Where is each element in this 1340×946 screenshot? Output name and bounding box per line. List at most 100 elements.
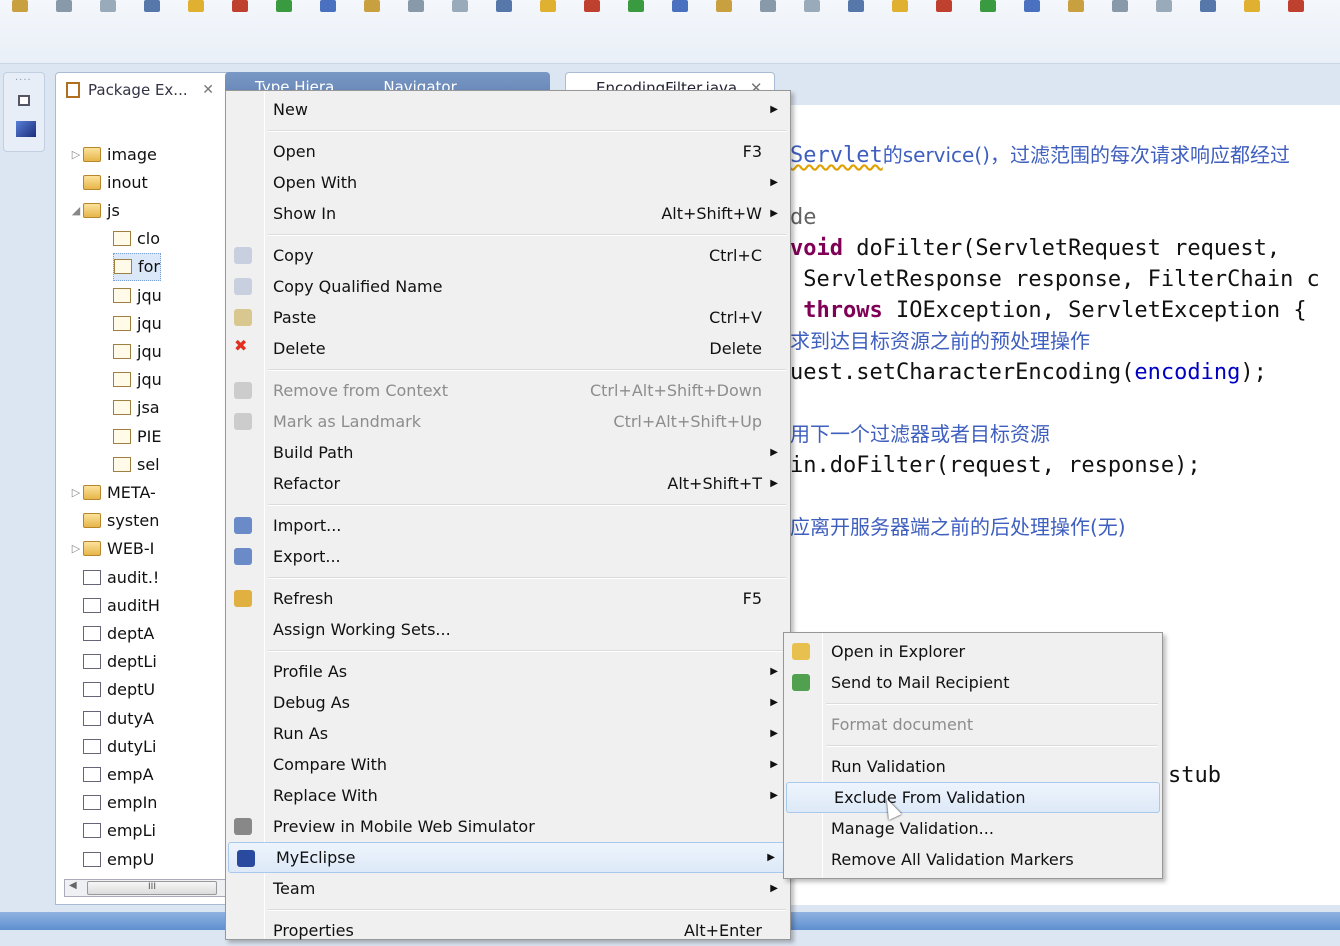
tree-item[interactable]: systen <box>69 507 159 535</box>
menu-item-team[interactable]: Team ▶ <box>226 873 790 904</box>
tree-item[interactable]: dutyLi <box>69 732 156 760</box>
toolbar-button-icon[interactable] <box>452 0 468 12</box>
tree-item[interactable]: audit.! <box>69 563 159 591</box>
tree-item[interactable]: jqu <box>113 337 162 365</box>
toolbar-button-icon[interactable] <box>1024 0 1040 12</box>
menu-item-open-in-explorer[interactable]: Open in Explorer <box>784 636 1162 667</box>
tree-item[interactable]: ◢ js <box>69 196 120 224</box>
menu-item-myeclipse[interactable]: MyEclipse ▶ <box>228 842 788 873</box>
menu-item-open-with[interactable]: Open With ▶ <box>226 167 790 198</box>
toolbar-button-icon[interactable] <box>100 0 116 12</box>
toolbar-button-icon[interactable] <box>892 0 908 12</box>
toolbar-button-icon[interactable] <box>1244 0 1260 12</box>
horizontal-scrollbar[interactable]: ◀ III <box>64 879 228 897</box>
tree-item[interactable]: empU <box>69 845 154 873</box>
tab-package-explorer[interactable]: Package Ex... ✕ <box>56 73 226 106</box>
tree-item[interactable]: deptLi <box>69 648 157 676</box>
tree-item[interactable]: empLi <box>69 817 156 845</box>
toolbar-button-icon[interactable] <box>672 0 688 12</box>
toolbar-button-icon[interactable] <box>364 0 380 12</box>
tree-item[interactable]: clo <box>113 225 160 253</box>
tree-item[interactable]: empA <box>69 760 154 788</box>
menu-item-open[interactable]: Open F3 <box>226 136 790 167</box>
menu-item-copy-qualified-name[interactable]: Copy Qualified Name <box>226 271 790 302</box>
toolbar-button-icon[interactable] <box>232 0 248 12</box>
tree-item[interactable]: sel <box>113 450 160 478</box>
menu-item-new[interactable]: New ▶ <box>226 94 790 125</box>
tree-item[interactable]: auditH <box>69 591 160 619</box>
toolbar-button-icon[interactable] <box>804 0 820 12</box>
tree-item[interactable]: jqu <box>113 366 162 394</box>
menu-item-properties[interactable]: Properties Alt+Enter <box>226 915 790 946</box>
scroll-thumb[interactable]: III <box>87 881 217 895</box>
menu-item-assign-working-sets[interactable]: Assign Working Sets... <box>226 614 790 645</box>
toolbar-button-icon[interactable] <box>848 0 864 12</box>
menu-item-replace-with[interactable]: Replace With ▶ <box>226 780 790 811</box>
tree-item[interactable]: ▷ META- <box>69 478 156 506</box>
toolbar-button-icon[interactable] <box>1156 0 1172 12</box>
toolbar-button-icon[interactable] <box>1288 0 1304 12</box>
tree-item[interactable]: deptU <box>69 676 155 704</box>
toolbar-button-icon[interactable] <box>276 0 292 12</box>
toolbar-button-icon[interactable] <box>320 0 336 12</box>
mail-send-icon <box>792 674 810 691</box>
scroll-left-arrow[interactable]: ◀ <box>69 880 77 891</box>
tree-item[interactable]: empIn <box>69 789 157 817</box>
tree-item[interactable]: ▷ WEB-I <box>69 535 155 563</box>
menu-item-send-to-mail-recipient[interactable]: Send to Mail Recipient <box>784 667 1162 698</box>
menu-item-profile-as[interactable]: Profile As ▶ <box>226 656 790 687</box>
tree-item[interactable]: jqu <box>113 281 162 309</box>
tree-item[interactable]: jsa <box>113 394 160 422</box>
menu-item-delete[interactable]: ✖ Delete Delete <box>226 333 790 364</box>
tree-item[interactable]: for <box>113 252 161 281</box>
toolbar-button-icon[interactable] <box>188 0 204 12</box>
menu-item-debug-as[interactable]: Debug As ▶ <box>226 687 790 718</box>
toolbar-button-icon[interactable] <box>408 0 424 12</box>
tree-item[interactable]: jqu <box>113 309 162 337</box>
menu-item-build-path[interactable]: Build Path ▶ <box>226 437 790 468</box>
menu-item-remove-all-validation-markers[interactable]: Remove All Validation Markers <box>784 844 1162 875</box>
menu-item-manage-validation[interactable]: Manage Validation... <box>784 813 1162 844</box>
menu-item-copy[interactable]: Copy Ctrl+C <box>226 240 790 271</box>
tree-item-label: js <box>107 200 120 220</box>
menu-item-label: Open in Explorer <box>831 642 966 661</box>
toolbar-button-icon[interactable] <box>628 0 644 12</box>
toolbar-button-icon[interactable] <box>496 0 512 12</box>
twisty-icon[interactable]: ▷ <box>69 148 83 161</box>
toolbar-button-icon[interactable] <box>760 0 776 12</box>
menu-item-exclude-from-validation[interactable]: Exclude From Validation <box>786 782 1160 813</box>
menu-item-export[interactable]: Export... <box>226 541 790 572</box>
toolbar-button-icon[interactable] <box>980 0 996 12</box>
toolbar-button-icon[interactable] <box>540 0 556 12</box>
drag-handle[interactable]: ···· <box>15 75 32 86</box>
toolbar-button-icon[interactable] <box>936 0 952 12</box>
toolbar-button-icon[interactable] <box>1112 0 1128 12</box>
menu-item-run-as[interactable]: Run As ▶ <box>226 718 790 749</box>
toolbar-button-icon[interactable] <box>1068 0 1084 12</box>
tree-item[interactable]: PIE <box>113 422 161 450</box>
twisty-icon[interactable]: ◢ <box>69 204 83 217</box>
tree-item[interactable]: dutyA <box>69 704 154 732</box>
close-icon[interactable]: ✕ <box>202 82 214 98</box>
menu-item-refactor[interactable]: Refactor Alt+Shift+T ▶ <box>226 468 790 499</box>
toolbar-button-icon[interactable] <box>56 0 72 12</box>
toolbar-button-icon[interactable] <box>1200 0 1216 12</box>
tree-item[interactable]: ▷ image <box>69 140 157 168</box>
twisty-icon[interactable]: ▷ <box>69 542 83 555</box>
toolbar-button-icon[interactable] <box>144 0 160 12</box>
toolbar-button-icon[interactable] <box>584 0 600 12</box>
toolbar-button-icon[interactable] <box>716 0 732 12</box>
tree-item[interactable]: deptA <box>69 619 154 647</box>
menu-item-preview-in-mobile-web-simulator[interactable]: Preview in Mobile Web Simulator <box>226 811 790 842</box>
toolbar-button-icon[interactable] <box>12 0 28 12</box>
menu-item-show-in[interactable]: Show In Alt+Shift+W ▶ <box>226 198 790 229</box>
restore-icon[interactable] <box>18 95 30 106</box>
menu-item-paste[interactable]: Paste Ctrl+V <box>226 302 790 333</box>
menu-item-compare-with[interactable]: Compare With ▶ <box>226 749 790 780</box>
myeclipse-view-icon[interactable] <box>16 121 36 137</box>
twisty-icon[interactable]: ▷ <box>69 486 83 499</box>
menu-item-run-validation[interactable]: Run Validation <box>784 751 1162 782</box>
menu-item-import[interactable]: Import... <box>226 510 790 541</box>
menu-item-refresh[interactable]: Refresh F5 <box>226 583 790 614</box>
tree-item[interactable]: inout <box>69 168 148 196</box>
